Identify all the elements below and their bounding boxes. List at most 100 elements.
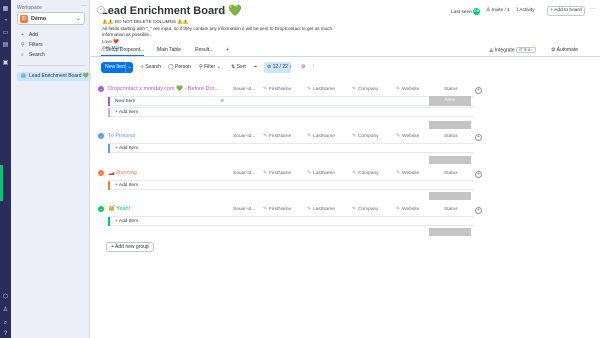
pin-icon[interactable]: ⌖ — [254, 64, 257, 71]
column-header[interactable]: Souar-Id... — [233, 171, 255, 176]
column-header[interactable]: ✎ Company — [352, 87, 379, 92]
workspace-label: Workspace — [17, 5, 42, 11]
status-badge[interactable]: New — [429, 96, 471, 106]
add-column-icon[interactable]: + — [475, 171, 482, 178]
add-item-label[interactable]: + Add Item — [115, 146, 138, 151]
add-item-label[interactable]: + Add Item — [115, 110, 138, 115]
activity-button[interactable]: ⌇ Activity — [516, 8, 535, 13]
board-icon: ▤ — [21, 73, 26, 79]
column-header[interactable]: ✎ LastName — [307, 207, 335, 212]
column-label: Status — [444, 171, 458, 176]
column-header[interactable]: ✎ Website — [396, 134, 419, 139]
grid-icon[interactable]: ▦ — [2, 6, 9, 13]
inbox-icon[interactable]: ▭ — [2, 30, 9, 37]
automate-button[interactable]: ⚙ Automate — [551, 47, 578, 53]
search-button[interactable]: ⌕ Search — [141, 64, 161, 70]
column-header[interactable]: ✎ Website — [396, 207, 419, 212]
column-header[interactable]: ✎ Website — [396, 171, 419, 176]
add-view-button[interactable]: + — [226, 47, 229, 53]
column-header[interactable]: Status — [444, 134, 458, 139]
hide-columns-button[interactable]: ⊘ 12 / 22 — [264, 62, 291, 73]
add-column-icon[interactable]: + — [475, 207, 482, 214]
add-to-board-button[interactable]: + Add to board — [547, 6, 585, 16]
add-column-icon[interactable]: + — [475, 134, 482, 141]
column-header[interactable]: Status — [444, 171, 458, 176]
chevron-down-icon[interactable]: ⌄ — [125, 62, 133, 73]
column-header[interactable]: ✎ FirstName — [263, 171, 291, 176]
column-header[interactable]: ✎ FirstName — [263, 134, 291, 139]
column-header[interactable]: ✎ FirstName — [263, 207, 291, 212]
column-header[interactable]: Souar-Id... — [233, 87, 255, 92]
chart-icon[interactable]: ⫶ — [313, 64, 314, 71]
last-seen-label: Last seen — [451, 9, 472, 15]
column-header[interactable]: ✎ FirstName — [263, 87, 291, 92]
my-work-icon[interactable]: ▤ — [2, 42, 9, 49]
integrate-button[interactable]: ⟁ Integrate ⊡ ⊞ 8+ — [489, 47, 536, 53]
chevron-down-icon[interactable]: ⌄ — [98, 206, 104, 212]
chevron-down-icon[interactable]: ⌄ — [98, 86, 104, 92]
column-header[interactable]: Status — [444, 87, 458, 92]
column-header[interactable]: Status — [444, 207, 458, 212]
paint-icon[interactable]: ⊛ — [301, 64, 306, 70]
group-title[interactable]: 🏎️ Running — [108, 170, 137, 176]
chevron-down-icon[interactable]: ⌄ — [98, 133, 104, 139]
tab-main-table[interactable]: Main Table — [157, 47, 181, 53]
table-row[interactable]: New Item ⊕ — [108, 96, 474, 106]
row-height-icon[interactable]: ↕ — [289, 64, 292, 70]
sidebar-item-filters[interactable]: ⚲ Filters — [21, 42, 43, 48]
help-icon[interactable]: ? — [2, 331, 9, 338]
workspace-selector[interactable]: D Démo ⌄ — [17, 12, 85, 25]
column-label: Website — [402, 171, 420, 176]
apps-icon[interactable]: ⬡ — [2, 294, 9, 301]
item-name[interactable]: New Item — [115, 99, 135, 104]
column-header[interactable]: ✎ LastName — [307, 171, 335, 176]
invite-icon[interactable]: ♙ — [2, 307, 9, 314]
filter-button[interactable]: ⚲ Filter ⌄ — [199, 64, 221, 70]
sidebar-item-add[interactable]: + Add — [21, 32, 38, 38]
column-header[interactable]: Souar-Id... — [233, 134, 255, 139]
column-header[interactable]: ✎ Company — [352, 207, 379, 212]
group-title[interactable]: To Process — [108, 133, 135, 139]
column-header[interactable]: ✎ Company — [352, 134, 379, 139]
column-header[interactable]: ✎ LastName — [307, 134, 335, 139]
group-header[interactable]: ⌄ Dropcontact x monday.com 💚 - Before Dr… — [98, 86, 328, 95]
more-options-icon[interactable]: ··· — [590, 6, 596, 12]
comment-icon[interactable]: ⊕ — [220, 98, 224, 104]
add-item-row[interactable]: + Add Item — [108, 143, 474, 153]
column-header[interactable]: ✎ LastName — [307, 87, 335, 92]
sidebar-item-search[interactable]: ⌕ Search — [21, 52, 45, 58]
group-title[interactable]: 🥳 Yeah! — [108, 206, 130, 212]
star-icon[interactable]: ☆ — [221, 10, 227, 16]
group-title[interactable]: Dropcontact x monday.com 💚 - Before Dro.… — [108, 86, 219, 92]
tab-setup-dropcontact[interactable]: ⌂ Setup Dropcont... — [101, 47, 145, 56]
new-item-button[interactable]: New Item ⌄ — [101, 62, 133, 73]
add-item-row[interactable]: + Add Item — [108, 107, 474, 117]
column-header[interactable]: Souar-Id... — [233, 207, 255, 212]
person-filter-button[interactable]: ◯ Person — [168, 64, 191, 70]
column-header[interactable]: ✎ Website — [396, 87, 419, 92]
board-toolbar: New Item ⌄ ⌕ Search ◯ Person ⚲ Filter ⌄ … — [91, 62, 600, 74]
info-icon[interactable]: ⓘ — [213, 10, 219, 16]
workspace-more-icon[interactable]: ··· — [81, 3, 87, 9]
search-rail-icon[interactable]: ⌕ — [2, 320, 9, 327]
collapse-sidebar-icon[interactable]: ‹ — [97, 6, 105, 14]
add-item-label[interactable]: + Add Item — [115, 219, 138, 224]
add-column-icon[interactable]: + — [475, 87, 482, 94]
add-item-row[interactable]: + Add Item — [108, 216, 474, 226]
marketplace-strip[interactable] — [0, 165, 3, 201]
sort-button[interactable]: ⇅ Sort — [231, 64, 246, 70]
column-header[interactable]: ✎ Company — [352, 171, 379, 176]
add-item-row[interactable]: + Add Item — [108, 180, 474, 190]
status-summary — [429, 192, 471, 200]
sidebar-item-board[interactable]: ▤ Lead Enrichment Board 💚 — [17, 72, 91, 81]
notifications-icon[interactable]: ◔ — [2, 18, 9, 25]
group-color-bar — [108, 181, 110, 190]
last-seen[interactable]: Last seen DB — [451, 8, 481, 15]
tab-results[interactable]: Result... — [195, 47, 213, 53]
invite-button[interactable]: ♙ Invite / 1 — [486, 8, 510, 13]
board-icon[interactable]: ▣ — [2, 60, 9, 67]
add-new-group-button[interactable]: + Add new group — [106, 242, 154, 252]
chevron-down-icon[interactable]: ⌄ — [98, 170, 104, 176]
add-item-label[interactable]: + Add Item — [115, 183, 138, 188]
column-label: Company — [358, 207, 379, 212]
